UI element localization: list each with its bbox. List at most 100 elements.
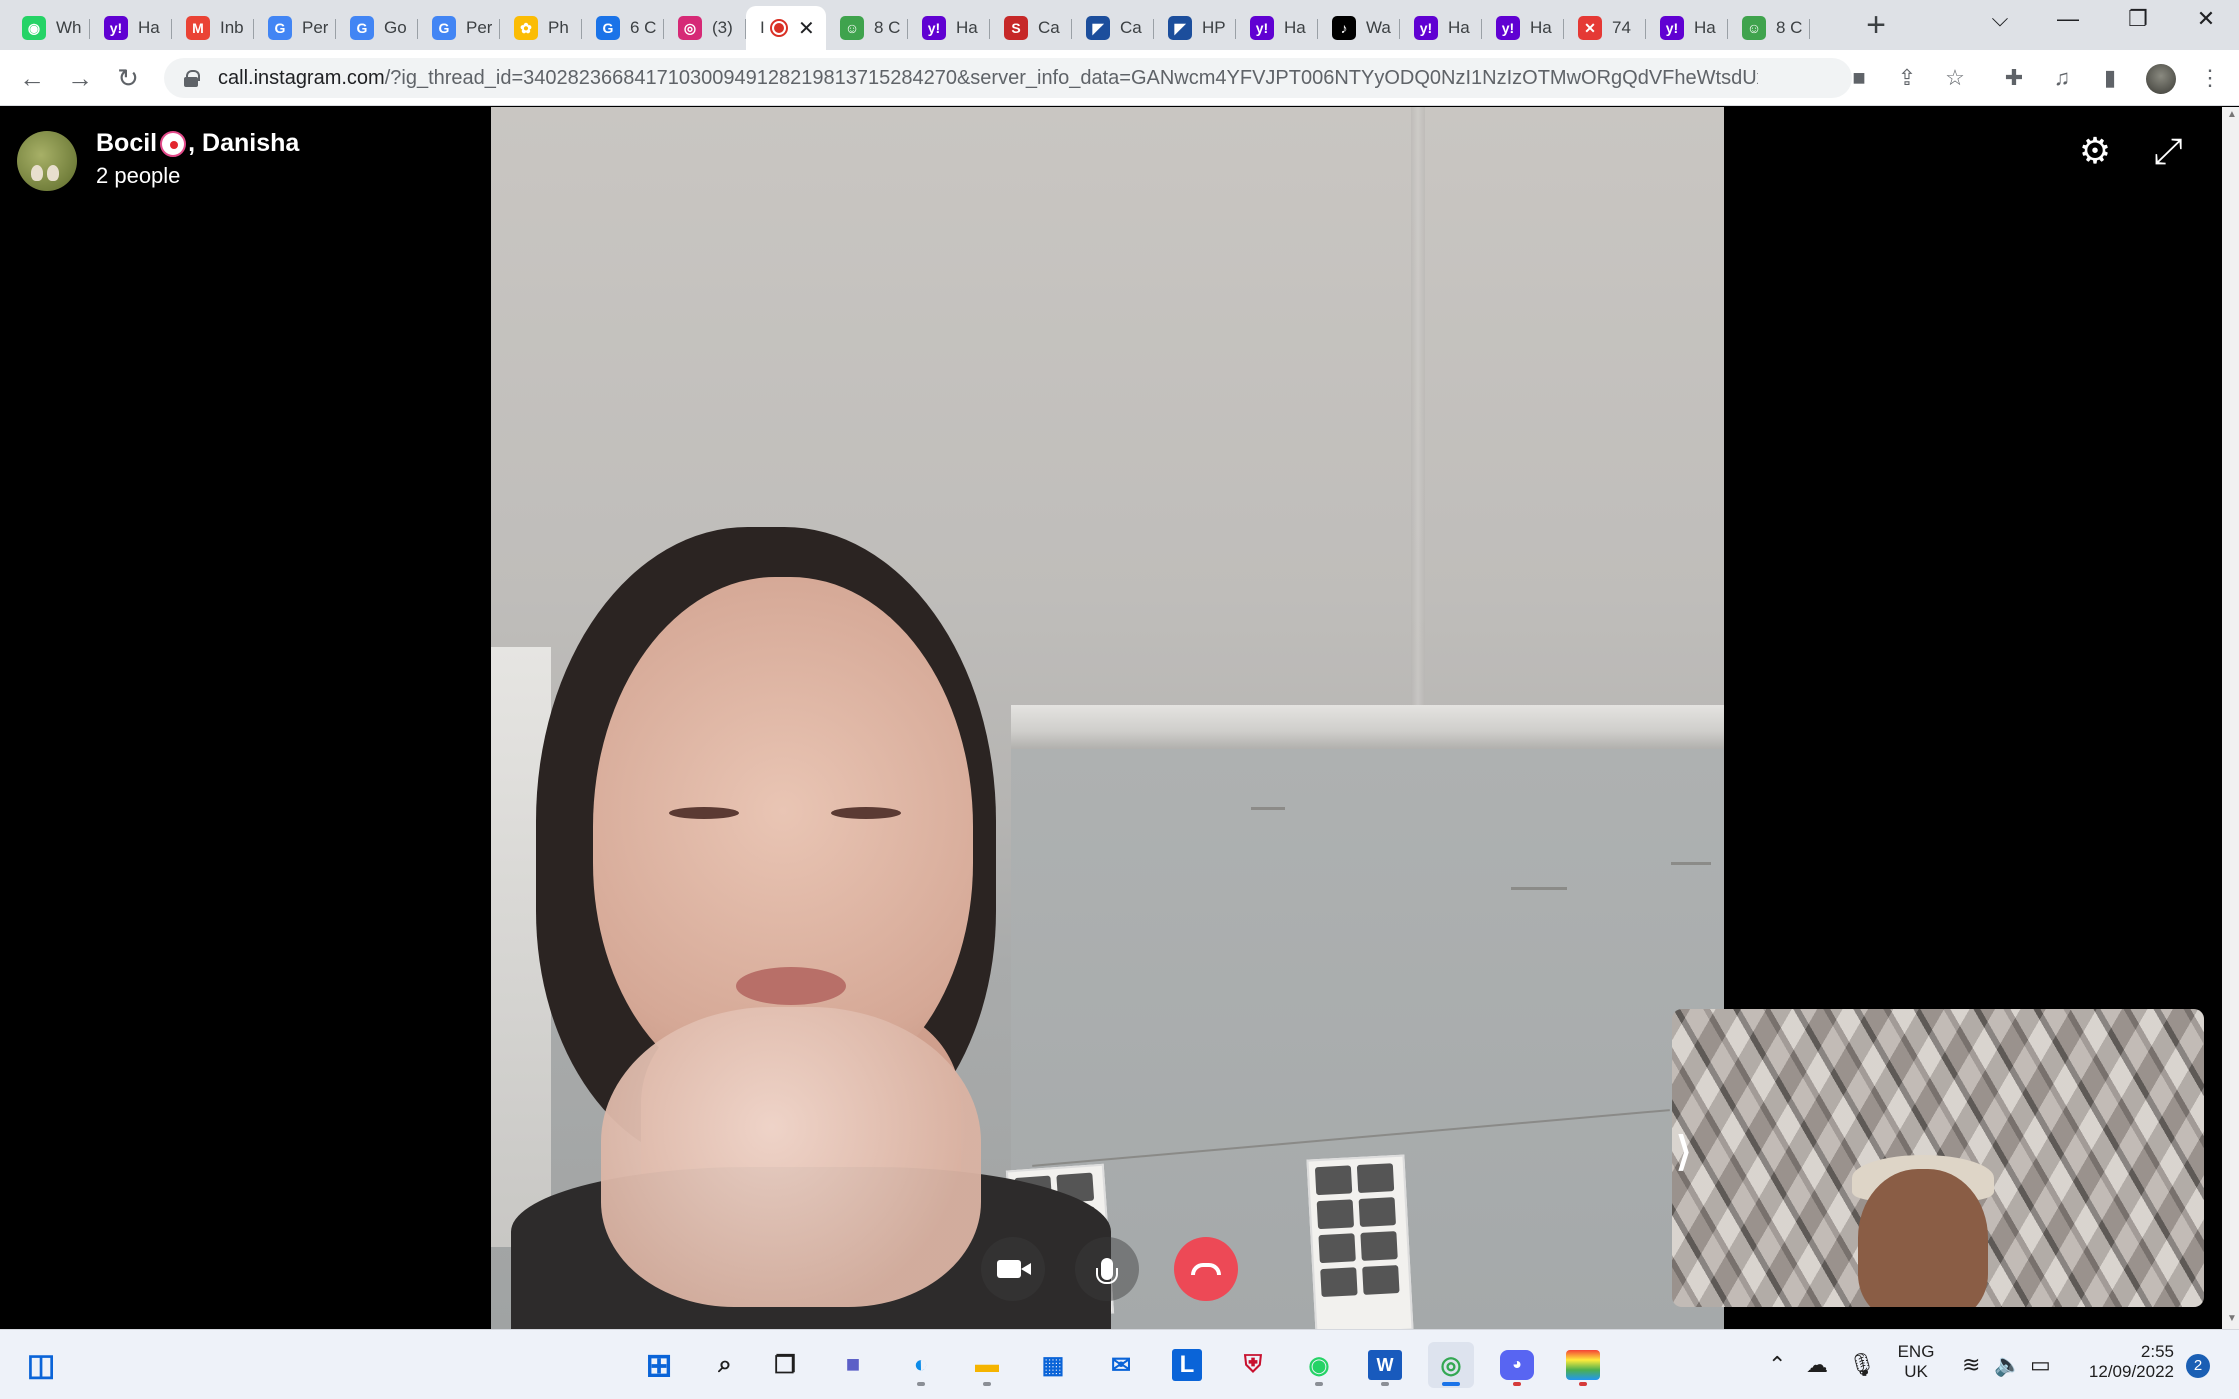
video-camera-icon [997,1260,1031,1278]
file-explorer-icon[interactable]: ▬ [964,1342,1010,1388]
yahoo-icon: y! [1250,16,1274,40]
extensions-puzzle-icon[interactable]: ✚ [2000,64,2028,92]
chrome-icon[interactable]: ◎ [1428,1342,1474,1388]
browser-tab[interactable]: ◎ (3) [664,9,746,47]
browser-tab[interactable]: M Inb [172,9,254,47]
wall-molding [1011,705,1724,749]
onedrive-cloud-icon[interactable]: ☁ [1806,1352,1828,1378]
call-title-name: Bocil [96,129,158,157]
browser-tab[interactable]: y! Ha [908,9,990,47]
microsoft-store-icon[interactable]: ▦ [1030,1342,1076,1388]
video-call-area: Bocil , Danisha 2 people ⚙ ⤢ ⟩ [0,107,2239,1329]
tab-title: Per [302,18,328,37]
browser-tab[interactable]: y! Ha [1482,9,1564,47]
wifi-icon[interactable]: ≋ [1962,1352,1980,1378]
widgets-icon[interactable]: ◫ [18,1342,64,1388]
browser-tab[interactable]: ✕ 74 [1564,9,1646,47]
forward-button[interactable]: → [62,60,98,96]
wall-mark [1251,807,1285,810]
browser-tab[interactable]: y! Ha [1236,9,1318,47]
browser-tab[interactable]: y! Ha [1400,9,1482,47]
mcafee-icon[interactable]: ⛨ [1230,1342,1276,1388]
teams-chat-icon[interactable]: ■ [830,1342,876,1388]
new-tab-button[interactable]: + [1858,8,1894,44]
l-app-icon[interactable]: L [1164,1342,1210,1388]
self-video-preview[interactable]: ⟩ [1672,1009,2204,1307]
clock[interactable]: 2:55 12/09/2022 [2074,1342,2174,1382]
browser-tab[interactable]: ♪ Wa [1318,9,1400,47]
end-call-button[interactable] [1174,1237,1238,1301]
browser-tab[interactable]: G Go [336,9,418,47]
close-tab-icon[interactable]: ✕ [798,16,815,41]
page-scrollbar[interactable]: ▲ ▼ [2222,107,2239,1329]
tab-search-chevron-icon[interactable]: ⌵ [1980,6,2020,32]
browser-tab[interactable]: S Ca [990,9,1072,47]
group-avatar[interactable] [17,131,77,191]
tab-title: Wa [1366,18,1391,37]
back-button[interactable]: ← [14,60,50,96]
wall-mark [1671,862,1711,865]
whatsapp-icon[interactable]: ◉ [1296,1342,1342,1388]
scroll-down-arrow-icon[interactable]: ▼ [2227,1313,2237,1324]
show-hidden-icons-chevron-icon[interactable]: ⌃ [1768,1352,1786,1378]
browser-tab-strip: ◉ Wh y! Ha M Inb G Per G Go G Per ✿ Ph G 6 C ◎ (3) I ✕ ☺ 8 Cy… [0,0,2239,50]
battery-icon[interactable]: ▭ [2030,1352,2051,1378]
side-panel-icon[interactable]: ▮ [2096,64,2124,92]
tab-list: ◉ Wh y! Ha M Inb G Per G Go G Per ✿ Ph G 6 C ◎ (3) I ✕ ☺ 8 Cy… [8,6,1810,50]
tab-title: 6 C [630,18,656,37]
yahoo-icon: y! [1496,16,1520,40]
address-bar[interactable]: call.instagram.com/?ig_thread_id=3402823… [164,58,1852,98]
language-indicator[interactable]: ENG UK [1896,1342,1936,1382]
bird-icon: ✕ [1578,16,1602,40]
browser-tab[interactable]: y! Ha [90,9,172,47]
toggle-camera-button[interactable] [981,1237,1045,1301]
discord-icon[interactable]: ◕ [1494,1342,1540,1388]
bluestacks-icon[interactable] [1560,1342,1606,1388]
collapse-preview-chevron-icon[interactable]: ⟩ [1676,1129,1692,1175]
reload-button[interactable]: ↻ [110,60,146,96]
scroll-up-arrow-icon[interactable]: ▲ [2227,109,2237,120]
s-icon: S [1004,16,1028,40]
task-view-icon[interactable]: ❐ [762,1342,808,1388]
close-window-button[interactable]: ✕ [2186,6,2226,32]
microphone-tray-icon[interactable]: 🎙 [1848,1352,1876,1378]
camera-in-use-icon[interactable]: ■ [1845,64,1873,92]
tab-title: Ha [1694,18,1716,37]
bookmark-star-icon[interactable]: ☆ [1941,64,1969,92]
settings-gear-icon[interactable]: ⚙ [2073,129,2117,173]
fullscreen-expand-icon[interactable]: ⤢ [2146,129,2190,173]
browser-tab[interactable]: G 6 C [582,9,664,47]
tab-title: Wh [56,18,82,37]
volume-icon[interactable]: 🔈 [1994,1352,2021,1378]
browser-tab[interactable]: ◉ Wh [8,9,90,47]
mail-icon[interactable]: ✉ [1098,1342,1144,1388]
wall-mark [1511,887,1567,890]
browser-tab[interactable]: I ✕ [746,6,826,50]
browser-tab[interactable]: y! Ha [1646,9,1728,47]
windows-taskbar: ◫ ⊞ ⌕ ❐ ■ ◐ ▬ ▦ ✉ L ⛨ ◉ W ◎ ◕ ⌃ ☁ 🎙 ENG … [0,1329,2239,1399]
media-control-icon[interactable]: ♫ [2048,64,2076,92]
tab-title: Ph [548,18,569,37]
edge-icon[interactable]: ◐ [898,1342,944,1388]
tab-title: 8 C [874,18,900,37]
person-lips [736,967,846,1005]
browser-tab[interactable]: ☺ 8 C [826,9,908,47]
browser-tab[interactable]: ◤ HP [1154,9,1236,47]
restore-button[interactable]: ❐ [2118,6,2158,32]
browser-tab[interactable]: ◤ Ca [1072,9,1154,47]
lock-icon[interactable] [184,70,200,87]
start-windows-icon[interactable]: ⊞ [636,1342,682,1388]
profile-avatar[interactable] [2146,64,2176,94]
google-icon: G [432,16,456,40]
word-icon[interactable]: W [1362,1342,1408,1388]
minimize-button[interactable]: — [2048,6,2088,32]
share-icon[interactable]: ⇪ [1893,64,1921,92]
toggle-mic-button[interactable] [1075,1237,1139,1301]
browser-tab[interactable]: G Per [418,9,500,47]
browser-tab[interactable]: ✿ Ph [500,9,582,47]
notification-badge[interactable]: 2 [2186,1354,2210,1378]
browser-tab[interactable]: ☺ 8 C [1728,9,1810,47]
search-icon[interactable]: ⌕ [702,1342,748,1388]
browser-tab[interactable]: G Per [254,9,336,47]
browser-menu-icon[interactable]: ⋮ [2196,64,2224,92]
